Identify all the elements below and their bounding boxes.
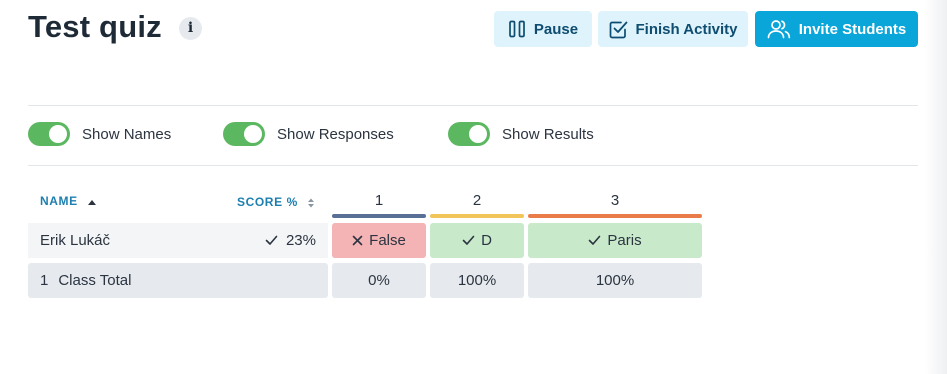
check-icon (589, 235, 601, 245)
name-column-header[interactable]: NAME (40, 194, 97, 208)
answer-q3-text: Paris (607, 232, 642, 249)
question-2-color-bar (430, 214, 524, 218)
show-names-toggle[interactable] (28, 122, 70, 146)
check-icon (462, 235, 475, 245)
sort-unsorted-icon (307, 198, 314, 208)
pause-button[interactable]: Pause (494, 11, 592, 47)
show-names-label: Show Names (82, 126, 172, 143)
finish-activity-button[interactable]: Finish Activity (598, 11, 748, 47)
question-3-color-bar (528, 214, 702, 218)
pause-label: Pause (533, 20, 579, 38)
invite-students-button[interactable]: Invite Students (755, 11, 918, 47)
answer-q1-text: False (369, 232, 406, 249)
pause-icon (509, 20, 525, 38)
score-header-label: SCORE % (237, 195, 298, 209)
divider-top (28, 105, 918, 106)
finish-activity-label: Finish Activity (635, 20, 738, 38)
class-total-q1: 0% (332, 263, 426, 298)
question-1-header[interactable]: 1 (332, 192, 426, 209)
class-total-row: 1 Class Total (28, 263, 328, 298)
page-title: Test quiz (28, 9, 162, 44)
student-score: 23% (265, 232, 316, 249)
answer-q2-text: D (481, 232, 492, 249)
scroll-edge-shade (925, 0, 947, 374)
checkbox-check-icon (609, 21, 627, 38)
divider-bottom (28, 165, 918, 166)
sort-ascending-icon (87, 199, 96, 205)
class-total-label: Class Total (58, 272, 132, 289)
student-score-value: 23% (285, 232, 316, 249)
question-2-header[interactable]: 2 (430, 192, 524, 209)
answer-q2-cell[interactable]: D (430, 223, 524, 258)
student-row[interactable]: Erik Lukáč 23% (28, 223, 328, 258)
answer-q1-cell[interactable]: False (332, 223, 426, 258)
score-column-header[interactable]: SCORE % (237, 195, 315, 209)
show-results-toggle[interactable] (448, 122, 490, 146)
show-responses-label: Show Responses (277, 126, 394, 143)
info-icon[interactable]: i (179, 17, 202, 40)
class-total-q3: 100% (528, 263, 702, 298)
student-name: Erik Lukáč (40, 232, 111, 249)
question-1-color-bar (332, 214, 426, 218)
invite-students-label: Invite Students (798, 20, 907, 38)
check-icon (265, 235, 278, 245)
name-header-label: NAME (40, 194, 78, 208)
show-responses-toggle[interactable] (223, 122, 265, 146)
x-icon (352, 235, 363, 246)
users-icon (767, 20, 790, 39)
class-total-q2: 100% (430, 263, 524, 298)
class-total-count: 1 (40, 272, 49, 289)
show-results-label: Show Results (502, 126, 594, 143)
answer-q3-cell[interactable]: Paris (528, 223, 702, 258)
question-3-header[interactable]: 3 (528, 192, 702, 209)
